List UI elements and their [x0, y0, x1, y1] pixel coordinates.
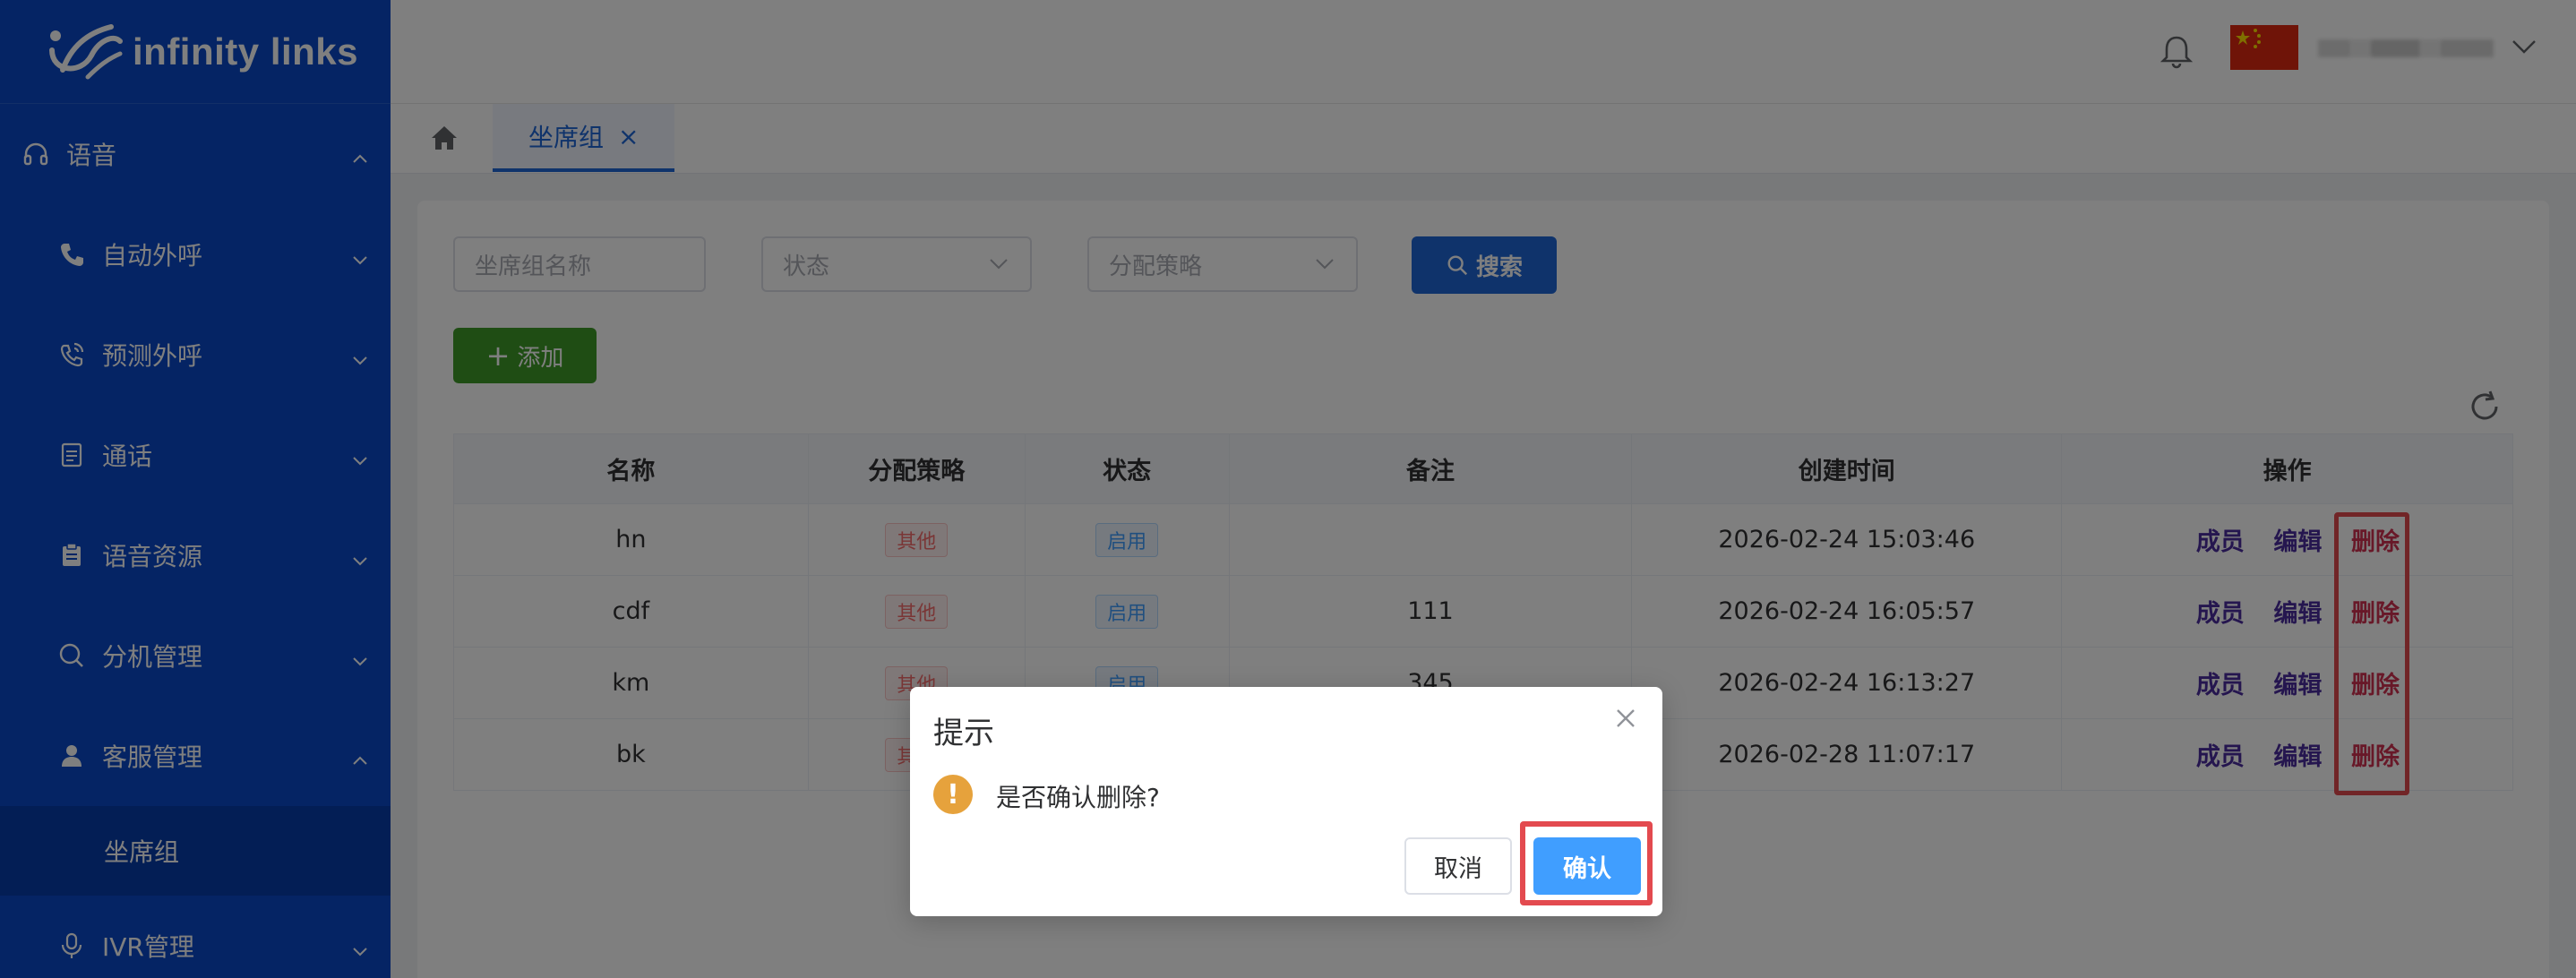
confirm-button-highlight: [1520, 821, 1653, 905]
cancel-button[interactable]: 取消: [1404, 837, 1512, 895]
warning-icon: !: [933, 775, 973, 814]
close-icon[interactable]: [1612, 705, 1639, 732]
dialog-message: 是否确认删除?: [996, 783, 1160, 812]
dialog-title: 提示: [933, 716, 994, 751]
